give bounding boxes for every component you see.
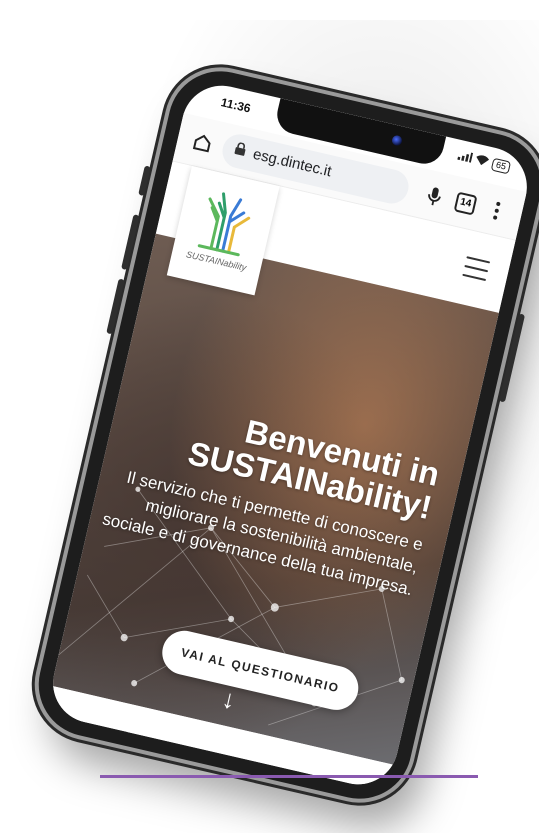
home-icon[interactable] <box>187 127 218 158</box>
more-icon[interactable] <box>481 195 512 226</box>
tree-logo-icon <box>197 192 251 257</box>
signal-icon <box>457 150 474 166</box>
status-icons: 65 <box>457 150 512 175</box>
tabs-button[interactable]: 14 <box>450 187 481 218</box>
status-time: 11:36 <box>219 95 252 116</box>
url-text: esg.dintec.it <box>251 145 334 181</box>
hero-section: Benvenuti in SUSTAINability! Il servizio… <box>51 233 499 765</box>
battery-icon: 65 <box>490 157 512 175</box>
wifi-icon <box>474 154 490 170</box>
phone-mockup: 11:36 65 esg.dintec.it 14 SUSTAINability… <box>28 60 539 810</box>
phone-screen: 11:36 65 esg.dintec.it 14 SUSTAINability… <box>45 77 535 793</box>
decorative-divider <box>100 775 478 778</box>
mic-icon[interactable] <box>419 180 450 211</box>
hamburger-icon[interactable] <box>462 256 491 282</box>
lock-icon <box>233 141 248 161</box>
camera-icon <box>390 134 403 147</box>
tabs-icon: 14 <box>453 191 478 216</box>
